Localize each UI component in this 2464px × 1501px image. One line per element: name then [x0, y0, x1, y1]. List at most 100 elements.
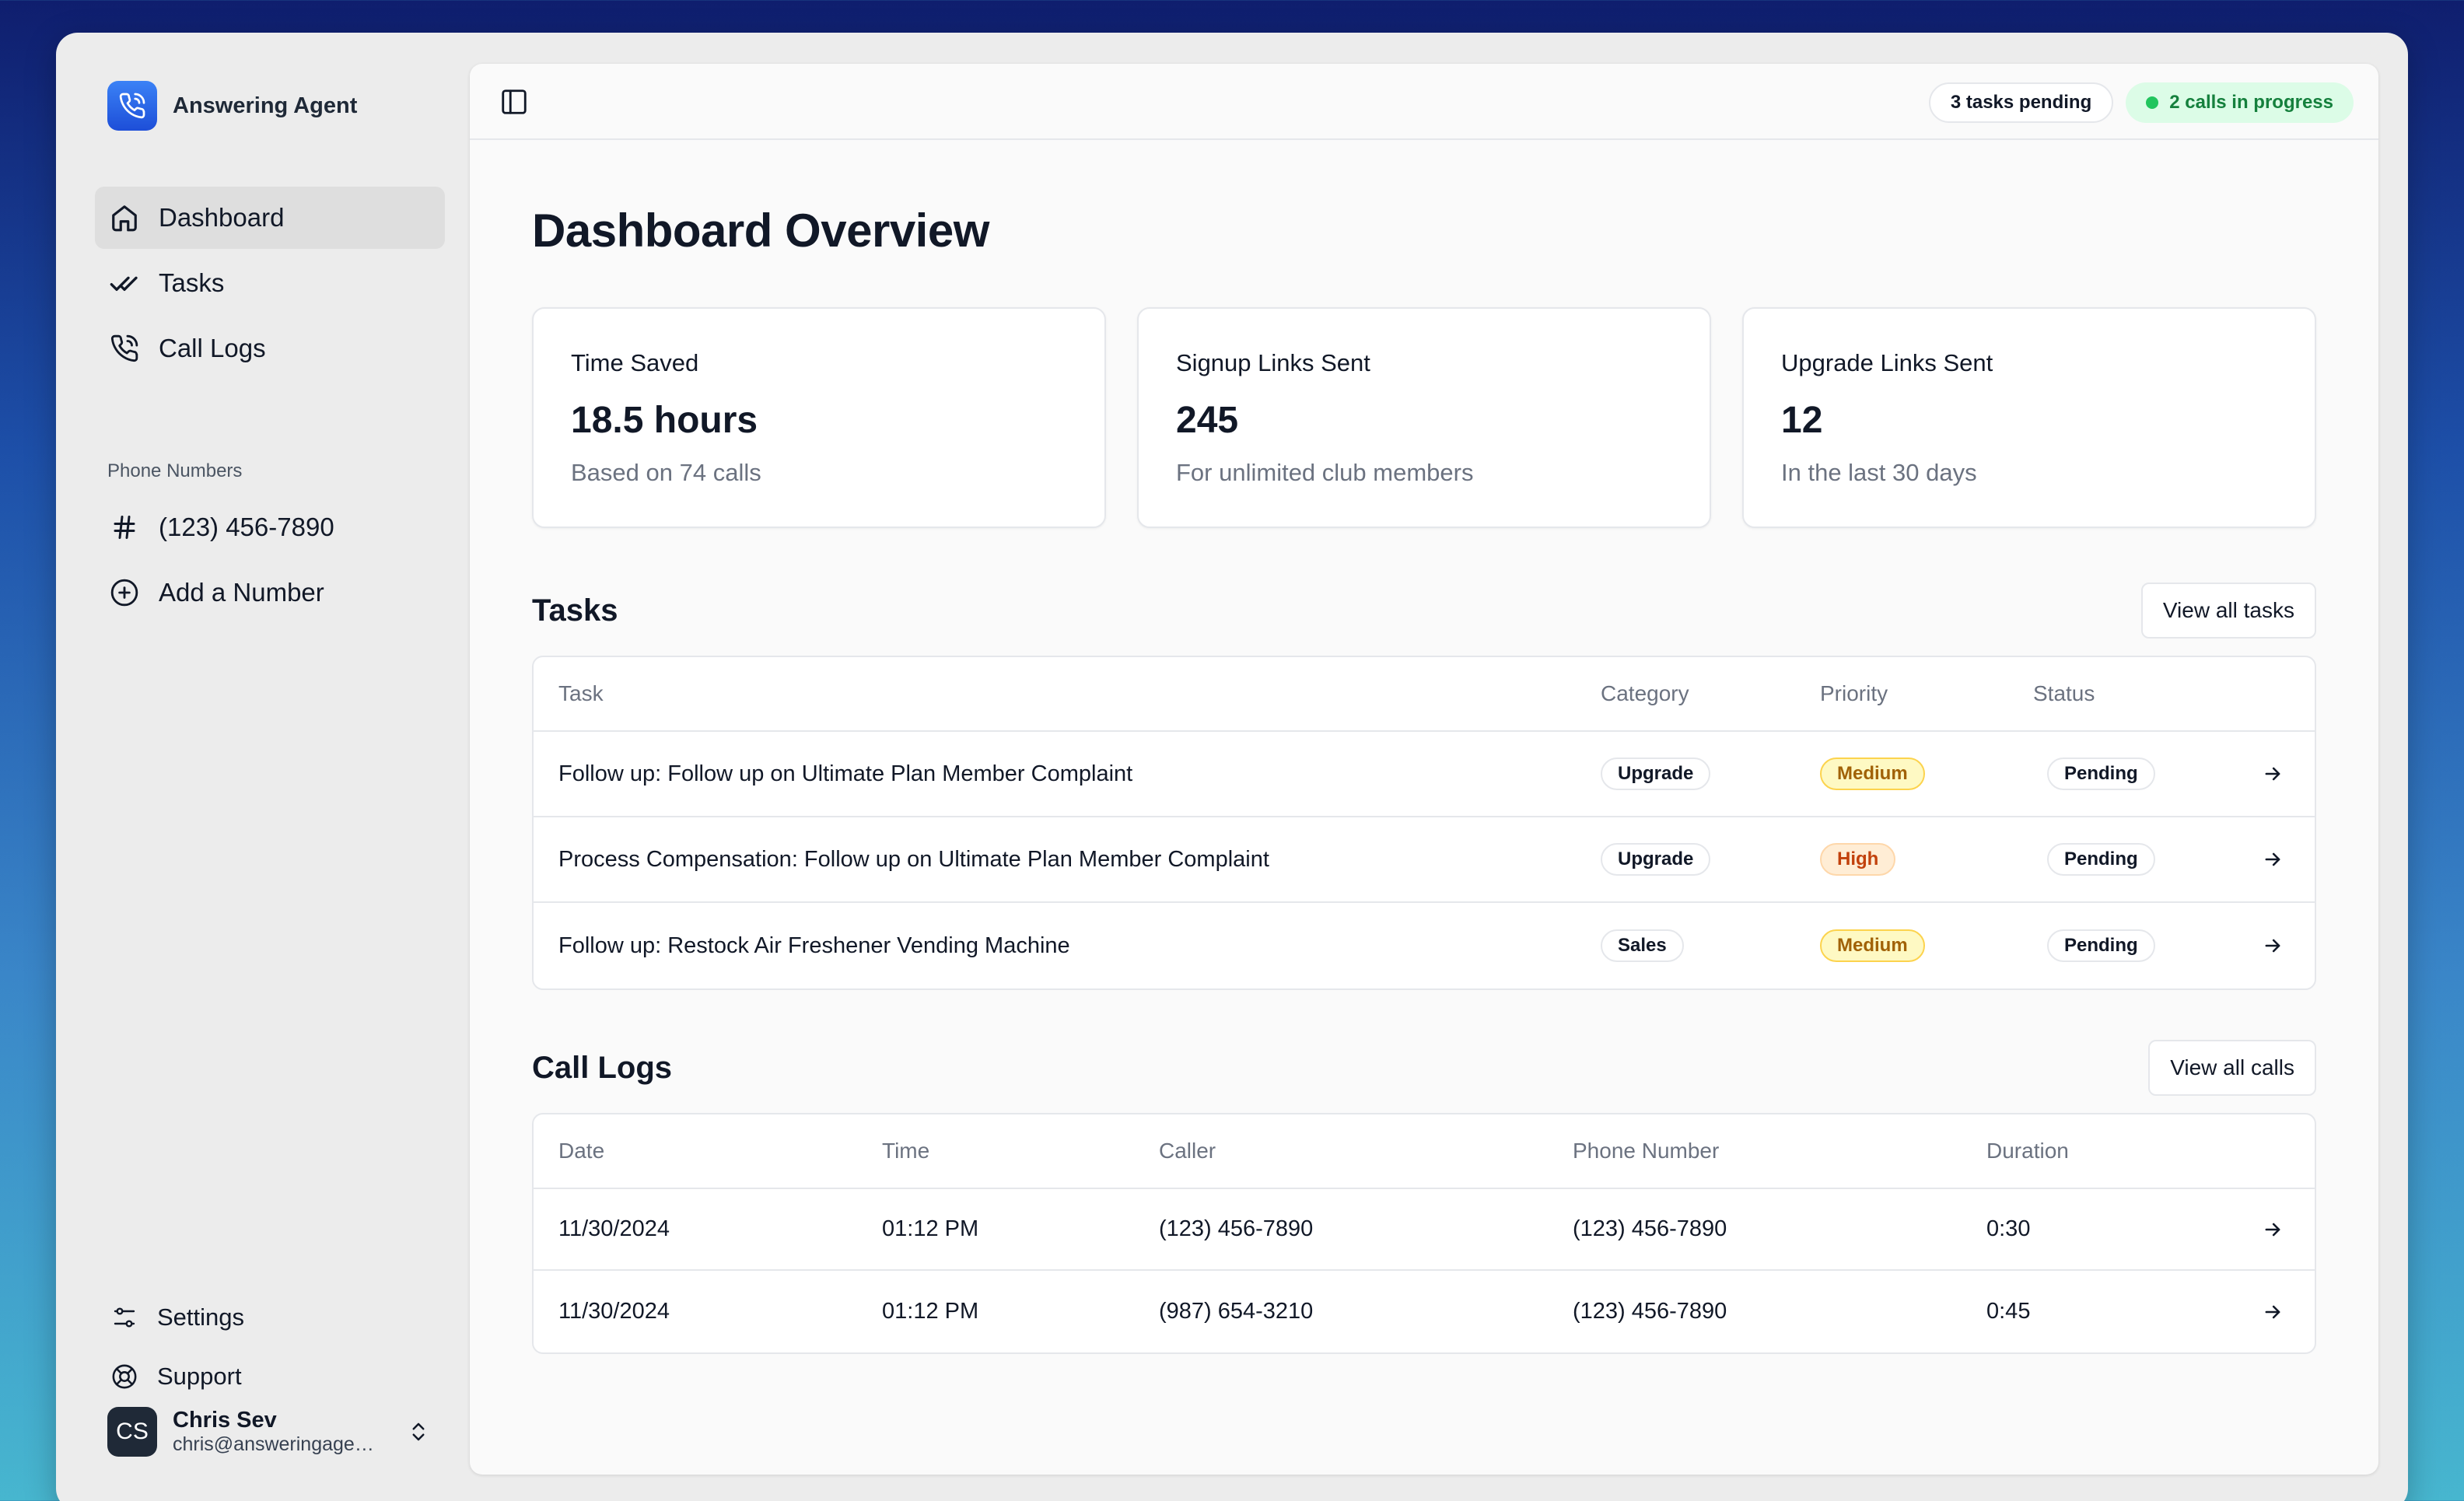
task-name: Follow up: Follow up on Ultimate Plan Me… — [558, 761, 1133, 786]
view-all-tasks-button[interactable]: View all tasks — [2140, 583, 2316, 639]
app-window: Answering Agent Dashboard Tasks Call Log… — [56, 33, 2408, 1501]
sliders-icon — [107, 1300, 142, 1335]
stat-value: 12 — [1781, 400, 1823, 441]
call-time: 01:12 PM — [882, 1216, 979, 1241]
top-bar: 3 tasks pending 2 calls in progress — [470, 64, 2378, 140]
call-caller: (987) 654-3210 — [1159, 1299, 1314, 1324]
phone-call-icon — [107, 331, 142, 366]
main-nav: Dashboard Tasks Call Logs — [95, 187, 445, 383]
stat-label: Time Saved — [571, 349, 699, 376]
phone-number-item[interactable]: (123) 456-7890 — [95, 496, 445, 558]
column-header-caller: Caller — [1159, 1139, 1216, 1163]
call-duration: 0:45 — [1986, 1299, 2031, 1324]
stat-subtext: In the last 30 days — [1781, 459, 1977, 486]
double-check-icon — [107, 266, 142, 300]
status-badge: Pending — [2047, 929, 2155, 962]
user-info: Chris Sev chris@answeringagent.com — [173, 1408, 387, 1456]
stats-row: Time Saved 18.5 hours Based on 74 calls … — [532, 307, 2316, 528]
phone-number-label: (123) 456-7890 — [159, 513, 334, 541]
stat-subtext: Based on 74 calls — [571, 459, 761, 486]
phone-number-list: (123) 456-7890 Add a Number — [95, 496, 445, 627]
arrow-right-icon[interactable] — [2259, 845, 2287, 873]
call-phone-number: (123) 456-7890 — [1573, 1216, 1727, 1241]
table-row[interactable]: Process Compensation: Follow up on Ultim… — [534, 817, 2315, 903]
brand[interactable]: Answering Agent — [107, 81, 357, 131]
hash-icon — [107, 510, 142, 544]
column-header-duration: Duration — [1986, 1139, 2069, 1163]
tasks-section: Tasks View all tasks Task Category Prior… — [532, 581, 2316, 990]
category-badge: Upgrade — [1601, 757, 1711, 790]
call-date: 11/30/2024 — [558, 1299, 670, 1324]
status-dot-icon — [2146, 96, 2159, 109]
status-pills: 3 tasks pending 2 calls in progress — [1928, 82, 2354, 123]
status-badge: Pending — [2047, 757, 2155, 790]
stat-card-upgrade-links: Upgrade Links Sent 12 In the last 30 day… — [1742, 307, 2316, 528]
call-time: 01:12 PM — [882, 1299, 979, 1324]
page-title: Dashboard Overview — [532, 205, 989, 257]
call-phone-number: (123) 456-7890 — [1573, 1299, 1727, 1324]
add-number-button[interactable]: Add a Number — [95, 562, 445, 624]
stat-value: 18.5 hours — [571, 400, 758, 441]
avatar: CS — [107, 1407, 157, 1457]
call-logs-table: Date Time Caller Phone Number Duration 1… — [532, 1113, 2316, 1354]
tasks-pending-badge[interactable]: 3 tasks pending — [1928, 82, 2114, 123]
settings-label: Settings — [157, 1303, 245, 1331]
view-all-calls-button[interactable]: View all calls — [2148, 1040, 2316, 1096]
stat-label: Signup Links Sent — [1176, 349, 1370, 376]
plus-circle-icon — [107, 576, 142, 610]
priority-badge: High — [1820, 843, 1896, 876]
nav-item-dashboard[interactable]: Dashboard — [95, 187, 445, 249]
user-email: chris@answeringagent.com — [173, 1433, 383, 1455]
lifebuoy-icon — [107, 1359, 142, 1394]
nav-item-call-logs[interactable]: Call Logs — [95, 317, 445, 380]
nav-item-label: Call Logs — [159, 334, 266, 362]
support-link[interactable]: Support — [95, 1347, 445, 1406]
calls-in-progress-label: 2 calls in progress — [2169, 92, 2333, 113]
nav-item-tasks[interactable]: Tasks — [95, 252, 445, 314]
table-row[interactable]: Follow up: Follow up on Ultimate Plan Me… — [534, 732, 2315, 817]
nav-item-label: Dashboard — [159, 203, 285, 232]
app-name: Answering Agent — [173, 93, 358, 118]
arrow-right-icon[interactable] — [2259, 1298, 2287, 1326]
call-duration: 0:30 — [1986, 1216, 2031, 1241]
column-header-status: Status — [2033, 681, 2095, 705]
add-number-label: Add a Number — [159, 578, 324, 607]
stat-card-signup-links: Signup Links Sent 245 For unlimited club… — [1137, 307, 1711, 528]
column-header-date: Date — [558, 1139, 605, 1163]
nav-item-label: Tasks — [159, 268, 225, 297]
table-row[interactable]: Follow up: Restock Air Freshener Vending… — [534, 903, 2315, 988]
phone-logo-icon — [107, 81, 157, 131]
column-header-priority: Priority — [1820, 681, 1888, 705]
task-name: Process Compensation: Follow up on Ultim… — [558, 846, 1269, 872]
stat-card-time-saved: Time Saved 18.5 hours Based on 74 calls — [532, 307, 1106, 528]
table-header: Date Time Caller Phone Number Duration — [534, 1114, 2315, 1189]
calls-in-progress-badge[interactable]: 2 calls in progress — [2126, 82, 2354, 123]
task-name: Follow up: Restock Air Freshener Vending… — [558, 932, 1070, 958]
status-badge: Pending — [2047, 843, 2155, 876]
category-badge: Upgrade — [1601, 843, 1711, 876]
stat-subtext: For unlimited club members — [1176, 459, 1474, 486]
table-header: Task Category Priority Status — [534, 657, 2315, 732]
user-name: Chris Sev — [173, 1408, 277, 1433]
table-row[interactable]: 11/30/2024 01:12 PM (987) 654-3210 (123)… — [534, 1271, 2315, 1352]
table-row[interactable]: 11/30/2024 01:12 PM (123) 456-7890 (123)… — [534, 1189, 2315, 1271]
call-logs-title: Call Logs — [532, 1050, 673, 1085]
arrow-right-icon[interactable] — [2259, 932, 2287, 960]
settings-link[interactable]: Settings — [95, 1288, 445, 1347]
chevrons-up-down-icon[interactable] — [403, 1416, 434, 1447]
column-header-time: Time — [882, 1139, 930, 1163]
arrow-right-icon[interactable] — [2259, 760, 2287, 788]
category-badge: Sales — [1601, 929, 1684, 962]
sidebar-toggle-icon[interactable] — [498, 86, 530, 118]
tasks-table: Task Category Priority Status Follow up:… — [532, 656, 2316, 990]
call-logs-header: Call Logs View all calls — [532, 1038, 2316, 1097]
arrow-right-icon[interactable] — [2259, 1216, 2287, 1244]
stat-value: 245 — [1176, 400, 1239, 441]
priority-badge: Medium — [1820, 929, 1925, 962]
call-caller: (123) 456-7890 — [1159, 1216, 1314, 1241]
main-panel: 3 tasks pending 2 calls in progress Dash… — [470, 64, 2378, 1475]
sidebar: Answering Agent Dashboard Tasks Call Log… — [56, 33, 470, 1501]
user-menu[interactable]: CS Chris Sev chris@answeringagent.com — [107, 1401, 434, 1462]
column-header-category: Category — [1601, 681, 1689, 705]
dashboard-content: Dashboard Overview Time Saved 18.5 hours… — [532, 140, 2316, 1354]
